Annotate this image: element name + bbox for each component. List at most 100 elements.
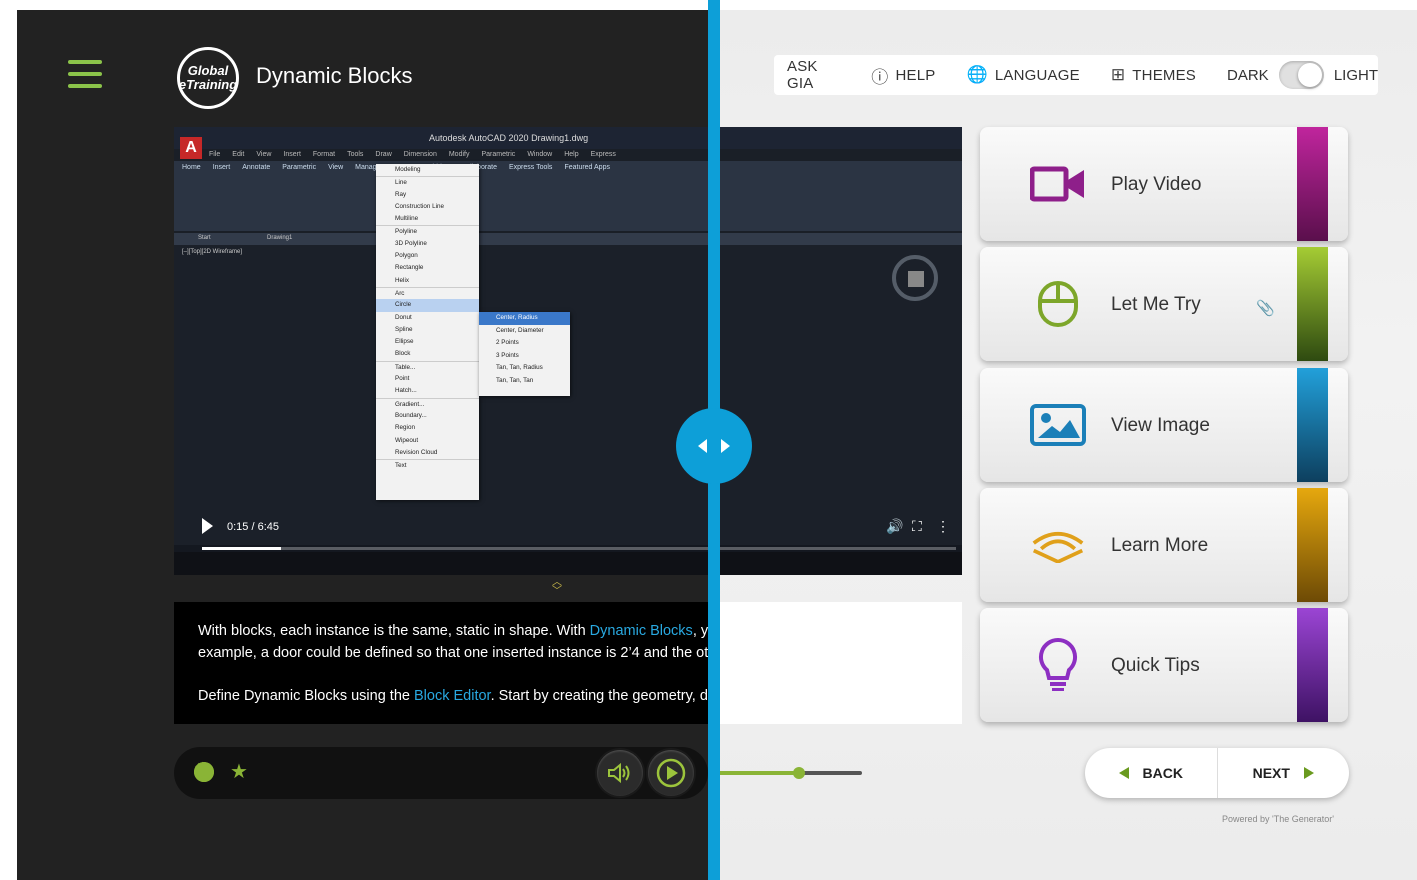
autocad-menu-item: Parametric [481, 151, 516, 158]
ask-gia-button[interactable]: ASK GIA [787, 58, 840, 92]
themes-button[interactable]: ⊞ THEMES [1111, 65, 1196, 85]
circle-submenu-item: Center, Diameter [496, 326, 544, 334]
autocad-menu-item: Dimension [403, 151, 437, 158]
learn-more-accent [1297, 488, 1328, 602]
draw-menu-item: Region [395, 424, 415, 432]
learn-more-card[interactable]: Learn More [980, 488, 1348, 602]
quick-tips-accent [1297, 608, 1328, 722]
circle-submenu-item: Center, Radius [479, 312, 570, 325]
draw-menu-item: Construction Line [395, 202, 445, 210]
play-icon[interactable] [202, 518, 213, 534]
draw-menu-item: Ellipse [395, 338, 414, 346]
draw-menu-item: Text [376, 459, 479, 471]
autocad-menu-item: Tools [347, 151, 364, 158]
view-image-accent [1297, 368, 1328, 482]
mouse-icon [1030, 281, 1086, 327]
autocad-menu-item: Window [527, 151, 553, 158]
play-video-card[interactable]: Play Video [980, 127, 1348, 241]
circle-submenu-item: 3 Points [496, 351, 519, 359]
language-button[interactable]: 🌐 LANGUAGE [967, 65, 1080, 85]
viewcube-icon [892, 255, 938, 301]
audio-play-button[interactable] [648, 750, 694, 796]
draw-menu-item: Multiline [395, 215, 419, 223]
autocad-menu-item: Format [312, 151, 336, 158]
draw-menu-item: Spline [395, 325, 413, 333]
autocad-ribbon-tab: Express Tools [508, 164, 553, 171]
draw-menu-item: Polygon [395, 252, 418, 260]
autocad-menu-item: Edit [232, 151, 245, 158]
autocad-menu-item: View [256, 151, 272, 158]
autocad-logo: A [180, 137, 202, 159]
autocad-menu-item: Insert [283, 151, 301, 158]
lightbulb-icon [1030, 638, 1086, 691]
back-button[interactable]: BACK [1085, 748, 1217, 798]
draw-menu-item: Wipeout [395, 436, 419, 444]
powered-by-text: Powered by 'The Generator' [1222, 814, 1334, 824]
autocad-ribbon [174, 161, 962, 231]
more-options-icon[interactable]: ⋮ [936, 518, 950, 535]
next-arrow-icon [1303, 767, 1314, 779]
draw-menu-item: Boundary... [395, 411, 427, 419]
help-icon: ⓘ [871, 67, 889, 87]
draw-menu-item: Point [395, 375, 410, 383]
favorite-star-icon[interactable]: ★ [230, 759, 248, 784]
video-camera-icon [1030, 164, 1086, 204]
video-player[interactable]: Autodesk AutoCAD 2020 Drawing1.dwg A Fil… [174, 127, 962, 575]
draw-menu-item: Hatch... [395, 387, 417, 395]
play-video-accent [1297, 127, 1328, 241]
draw-menu-item: Donut [395, 313, 412, 321]
video-time: 0:15 / 6:45 [227, 521, 279, 533]
draw-menu-item: Revision Cloud [395, 448, 438, 456]
autocad-ribbon-tab: View [328, 164, 344, 171]
draw-menu-item: Modeling [395, 166, 421, 173]
page-title: Dynamic Blocks [256, 63, 413, 88]
volume-slider[interactable] [710, 767, 862, 779]
global-etraining-logo: Global eTraining [177, 47, 239, 109]
autocad-menu-bar: File Edit View Insert Format Tools Draw Dimensi… [209, 151, 616, 158]
draw-menu-item: Polyline [376, 225, 479, 237]
dynamic-blocks-link[interactable]: Dynamic Blocks [590, 623, 693, 639]
volume-icon[interactable]: 🔊 [886, 518, 903, 535]
draw-menu-item: Gradient... [376, 397, 479, 410]
autocad-menu-item: Draw [375, 151, 392, 158]
navigation-buttons: BACK NEXT [1085, 748, 1349, 798]
help-button[interactable]: ⓘ HELP [871, 63, 935, 88]
play-circle-icon [656, 758, 686, 788]
autocad-menu-item: Modify [448, 151, 470, 158]
top-navigation: ASK GIA ⓘ HELP 🌐 LANGUAGE ⊞ THEMES DARK LIG… [774, 55, 1378, 95]
circle-submenu-item: Tan, Tan, Radius [496, 364, 543, 372]
next-button[interactable]: NEXT [1216, 748, 1350, 798]
block-editor-link[interactable]: Block Editor [414, 688, 491, 704]
light-label: LIGHT [1333, 66, 1378, 84]
fullscreen-icon[interactable]: ⛶ [912, 518, 922, 535]
dark-label: DARK [1227, 66, 1269, 84]
autocad-ribbon-tab: Parametric [282, 164, 317, 171]
lesson-description: With blocks, each instance is the same, … [198, 623, 932, 704]
back-arrow-icon [1118, 767, 1129, 779]
hamburger-menu-icon[interactable] [68, 60, 102, 90]
autocad-ribbon-tab: Featured Apps [564, 164, 610, 171]
windows-taskbar [174, 552, 962, 575]
circle-submenu-item: 2 Points [496, 339, 519, 347]
autocad-menu-item: Express [590, 151, 616, 158]
settings-icon[interactable] [193, 758, 214, 784]
view-image-card[interactable]: View Image [980, 368, 1348, 482]
collapse-toggle-icon[interactable]: ︿ ﹀ [552, 578, 562, 597]
volume-slider-handle[interactable] [793, 767, 805, 779]
left-arrow-icon [698, 439, 707, 453]
let-me-try-card[interactable]: Let Me Try 📎 [980, 247, 1348, 361]
audible-icon [1030, 525, 1086, 565]
image-icon [1030, 404, 1086, 446]
layout-icon: ⊞ [1110, 65, 1126, 84]
video-scrubber[interactable] [202, 547, 956, 550]
draw-menu-item: Circle [376, 299, 479, 312]
compare-slider-handle[interactable] [676, 408, 752, 484]
viewport-label: [–][Top][2D Wireframe] [182, 249, 243, 255]
right-arrow-icon [721, 439, 730, 453]
draw-menu-item: Arc [376, 286, 479, 299]
theme-toggle[interactable] [1278, 61, 1324, 89]
speaker-button[interactable] [597, 750, 643, 796]
circle-submenu: Center, Radius Center, Diameter 2 Points 3 … [479, 312, 570, 396]
quick-tips-card[interactable]: Quick Tips [980, 608, 1348, 722]
draw-menu: Modeling Line Ray Construction Line Multilin… [376, 164, 479, 500]
